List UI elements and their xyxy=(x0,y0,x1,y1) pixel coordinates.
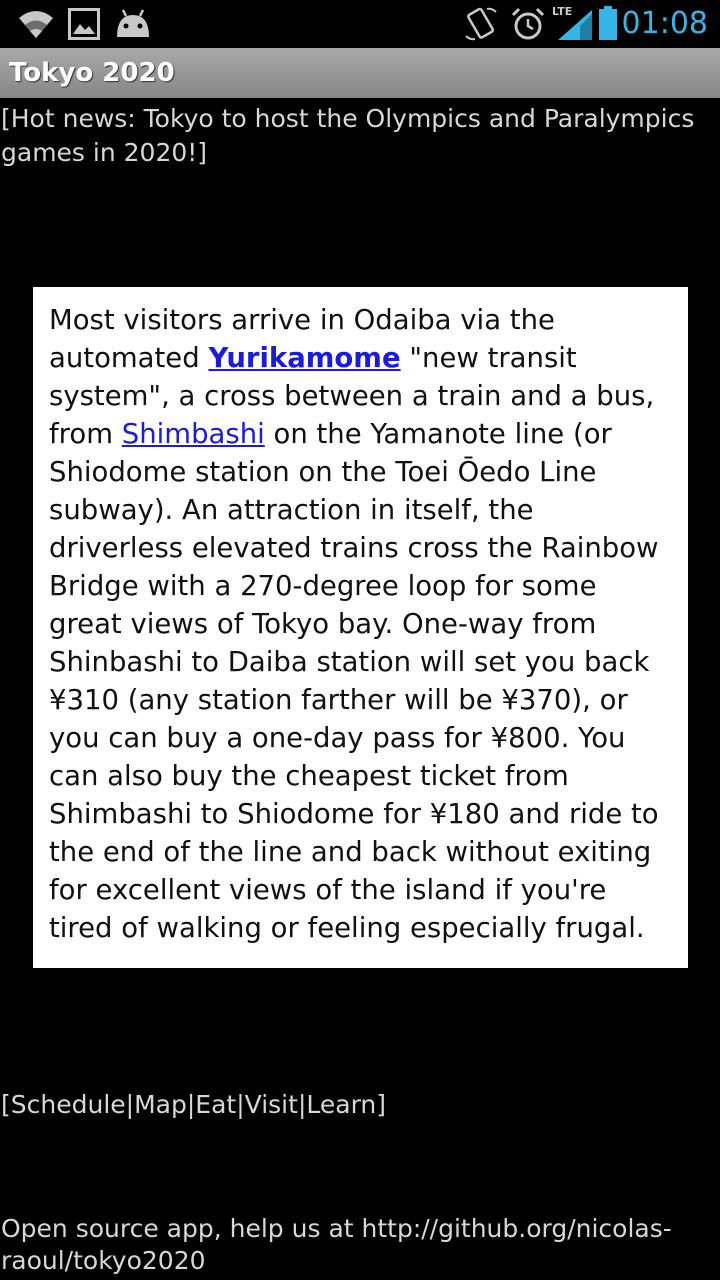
hot-news: [Hot news: Tokyo to host the Olympics an… xyxy=(1,104,695,167)
nav-item-schedule[interactable]: Schedule xyxy=(11,1090,126,1119)
article-card[interactable]: Most visitors arrive in Odaiba via the a… xyxy=(33,287,688,968)
nav-item-map[interactable]: Map xyxy=(134,1090,187,1119)
rotate-icon xyxy=(465,7,497,41)
app-title: Tokyo 2020 xyxy=(9,58,175,88)
article-text-part-3: on the Yamanote line (or Shiodome statio… xyxy=(49,418,659,944)
signal-icon: LTE xyxy=(552,6,592,42)
alarm-icon xyxy=(511,7,545,40)
android-debug-icon xyxy=(117,9,149,37)
nav-separator: | xyxy=(125,1090,135,1119)
status-bar: LTE 01:08 xyxy=(0,0,720,48)
footer-text[interactable]: Open source app, help us at http://githu… xyxy=(1,1213,701,1277)
section-nav: [Schedule|Map|Eat|Visit|Learn] xyxy=(1,1088,386,1122)
nav-bracket-close: ] xyxy=(376,1090,387,1119)
shimbashi-link[interactable]: Shimbashi xyxy=(122,418,265,450)
wifi-icon xyxy=(19,11,53,38)
nav-item-eat[interactable]: Eat xyxy=(195,1090,236,1119)
clock: 01:08 xyxy=(621,6,708,41)
article-text: Most visitors arrive in Odaiba via the a… xyxy=(49,301,673,947)
battery-icon xyxy=(599,6,617,40)
title-bar: Tokyo 2020 xyxy=(0,48,720,98)
nav-item-learn[interactable]: Learn xyxy=(306,1090,376,1119)
nav-separator: | xyxy=(236,1090,245,1119)
gallery-icon xyxy=(68,8,100,40)
nav-item-visit[interactable]: Visit xyxy=(245,1090,298,1119)
nav-bracket-open: [ xyxy=(1,1090,11,1119)
yurikamome-link[interactable]: Yurikamome xyxy=(208,342,400,374)
